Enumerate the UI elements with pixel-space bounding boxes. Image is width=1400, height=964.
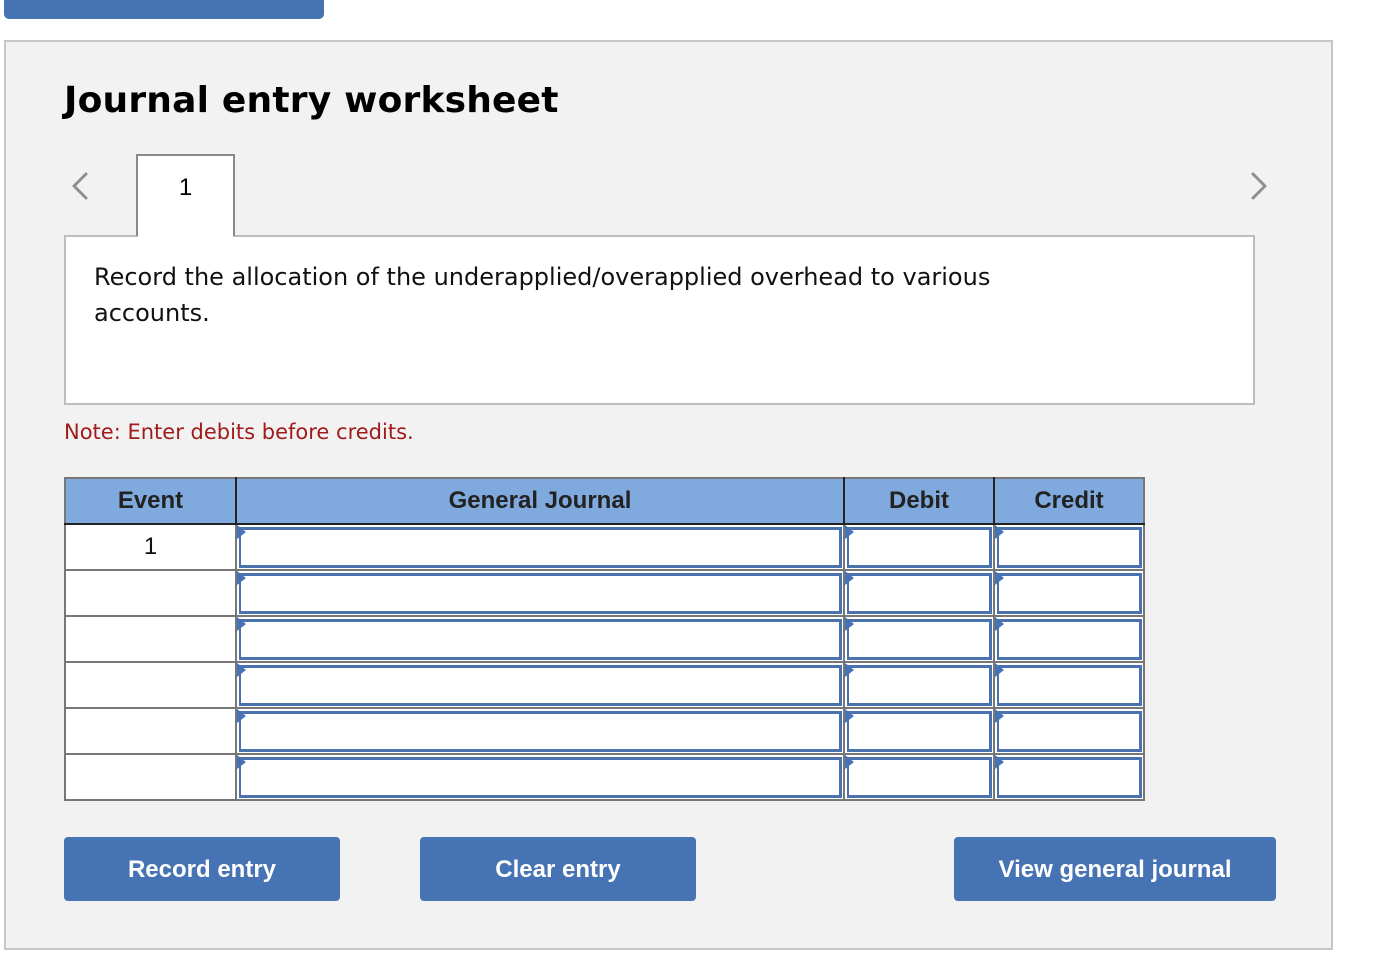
credit-input[interactable] <box>997 711 1142 752</box>
credit-cell <box>994 569 1145 617</box>
table-row <box>64 661 1145 709</box>
next-button[interactable] <box>1243 168 1273 204</box>
credit-cell <box>994 707 1145 755</box>
dropdown-marker-icon <box>845 755 854 769</box>
general-journal-input[interactable] <box>239 711 842 752</box>
instruction-text: Record the allocation of the underapplie… <box>94 263 991 327</box>
dropdown-marker-icon <box>845 525 854 539</box>
credit-input[interactable] <box>997 665 1142 706</box>
dropdown-marker-icon <box>995 663 1004 677</box>
debit-input[interactable] <box>847 619 992 660</box>
event-cell <box>64 661 237 709</box>
debit-cell <box>844 523 995 571</box>
credit-input[interactable] <box>997 757 1142 798</box>
dropdown-marker-icon <box>237 709 246 723</box>
dropdown-marker-icon <box>845 571 854 585</box>
dropdown-marker-icon <box>995 617 1004 631</box>
general-journal-cell <box>236 707 845 755</box>
debit-input[interactable] <box>847 711 992 752</box>
debit-input[interactable] <box>847 757 992 798</box>
tab-1[interactable]: 1 <box>136 154 235 236</box>
dropdown-marker-icon <box>845 663 854 677</box>
view-general-journal-button[interactable]: View general journal <box>954 837 1276 901</box>
credit-cell <box>994 661 1145 709</box>
credit-cell <box>994 753 1145 801</box>
column-header-event: Event <box>64 477 237 525</box>
debit-input[interactable] <box>847 527 992 568</box>
dropdown-marker-icon <box>237 571 246 585</box>
dropdown-marker-icon <box>237 617 246 631</box>
general-journal-input[interactable] <box>239 573 842 614</box>
general-journal-cell <box>236 523 845 571</box>
debit-cell <box>844 615 995 663</box>
event-cell <box>64 707 237 755</box>
general-journal-cell <box>236 661 845 709</box>
dropdown-marker-icon <box>995 709 1004 723</box>
event-cell <box>64 569 237 617</box>
dropdown-marker-icon <box>995 571 1004 585</box>
general-journal-input[interactable] <box>239 665 842 706</box>
debit-cell <box>844 753 995 801</box>
tab-connector <box>138 235 233 239</box>
debit-cell <box>844 661 995 709</box>
general-journal-cell <box>236 615 845 663</box>
dropdown-marker-icon <box>237 525 246 539</box>
dropdown-marker-icon <box>237 663 246 677</box>
general-journal-cell <box>236 569 845 617</box>
credit-input[interactable] <box>997 619 1142 660</box>
top-button-bar[interactable] <box>4 0 324 19</box>
table-row <box>64 753 1145 801</box>
record-entry-button[interactable]: Record entry <box>64 837 340 901</box>
debit-input[interactable] <box>847 573 992 614</box>
chevron-left-icon <box>72 172 88 200</box>
table-row <box>64 615 1145 663</box>
event-cell: 1 <box>64 523 237 571</box>
column-header-debit: Debit <box>843 477 995 525</box>
column-header-general-journal: General Journal <box>235 477 845 525</box>
general-journal-cell <box>236 753 845 801</box>
previous-button[interactable] <box>66 168 96 204</box>
general-journal-input[interactable] <box>239 619 842 660</box>
dropdown-marker-icon <box>845 617 854 631</box>
instruction-box: Record the allocation of the underapplie… <box>64 235 1255 405</box>
clear-entry-button[interactable]: Clear entry <box>420 837 696 901</box>
general-journal-input[interactable] <box>239 757 842 798</box>
journal-table: Event General Journal Debit Credit 1 <box>64 477 1145 801</box>
table-header-row: Event General Journal Debit Credit <box>64 477 1145 525</box>
column-header-credit: Credit <box>993 477 1145 525</box>
page-title: Journal entry worksheet <box>64 80 559 121</box>
note-text: Note: Enter debits before credits. <box>64 420 414 444</box>
event-cell <box>64 615 237 663</box>
debit-cell <box>844 569 995 617</box>
dropdown-marker-icon <box>237 755 246 769</box>
general-journal-input[interactable] <box>239 527 842 568</box>
dropdown-marker-icon <box>845 709 854 723</box>
debit-cell <box>844 707 995 755</box>
chevron-right-icon <box>1251 172 1267 200</box>
credit-cell <box>994 615 1145 663</box>
credit-input[interactable] <box>997 527 1142 568</box>
event-cell <box>64 753 237 801</box>
table-row <box>64 569 1145 617</box>
dropdown-marker-icon <box>995 755 1004 769</box>
credit-input[interactable] <box>997 573 1142 614</box>
table-row: 1 <box>64 523 1145 571</box>
dropdown-marker-icon <box>995 525 1004 539</box>
journal-worksheet-panel: Journal entry worksheet 1 Record the all… <box>4 40 1333 950</box>
table-row <box>64 707 1145 755</box>
credit-cell <box>994 523 1145 571</box>
debit-input[interactable] <box>847 665 992 706</box>
